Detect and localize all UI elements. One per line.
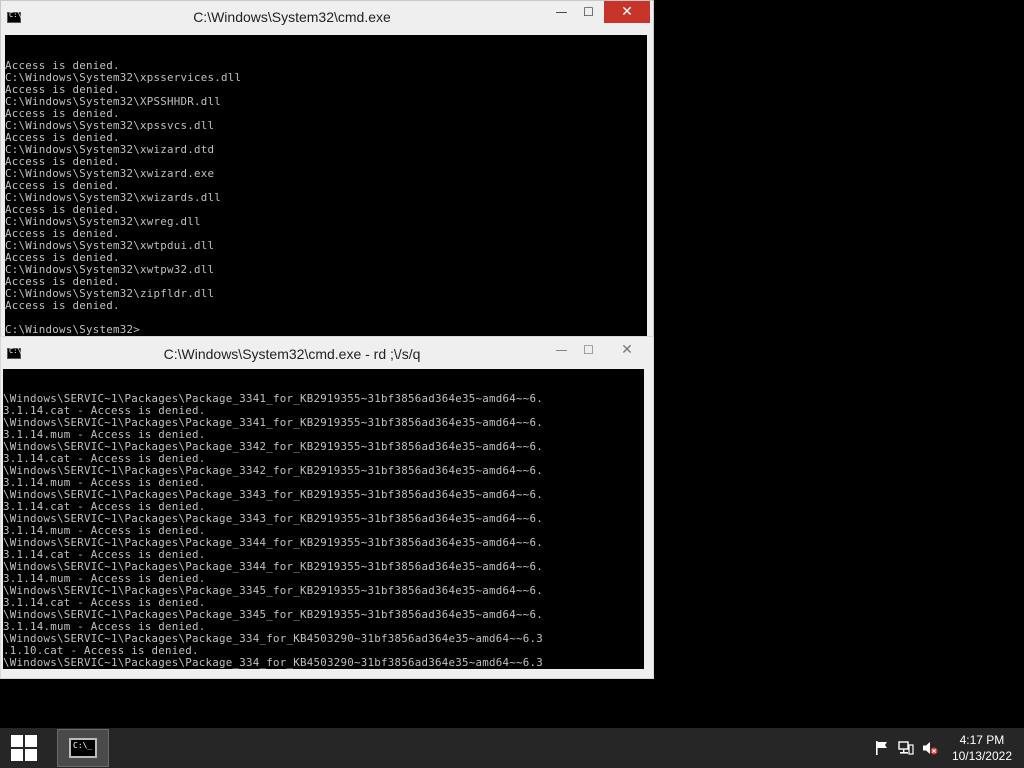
network-icon[interactable] (898, 740, 914, 756)
maximize-button[interactable]: ☐ (575, 339, 602, 361)
minimize-button[interactable]: — (548, 1, 575, 23)
flag-icon[interactable] (874, 740, 890, 756)
cmd-window-icon[interactable] (7, 11, 22, 23)
window-title: C:\Windows\System32\cmd.exe (193, 9, 391, 25)
windows-logo-icon (11, 735, 37, 761)
cmd-icon (69, 738, 97, 758)
desktop: C:\Windows\System32\cmd.exe — ☐ ✕ Access… (0, 0, 1024, 768)
window-title: C:\Windows\System32\cmd.exe - rd ;\/s/q (163, 346, 421, 362)
console-line: Access is denied. (5, 299, 120, 312)
volume-muted-icon[interactable] (922, 740, 938, 756)
clock-date: 10/13/2022 (951, 749, 1012, 763)
system-clock[interactable]: 4:17 PM 10/13/2022 (952, 732, 1012, 764)
title-bar[interactable]: C:\Windows\System32\cmd.exe - rd ;\/s/q … (1, 337, 653, 371)
cmd-window-icon[interactable] (7, 347, 22, 359)
close-button[interactable]: ✕ (604, 339, 650, 361)
close-button[interactable]: ✕ (604, 1, 650, 23)
maximize-button[interactable]: ☐ (575, 1, 602, 23)
start-button[interactable] (0, 728, 48, 768)
taskbar: 4:17 PM 10/13/2022 (0, 728, 1024, 768)
console-output[interactable]: Access is denied. C:\Windows\System32\xps… (5, 35, 647, 337)
console-lines: Access is denied. C:\Windows\System32\xps… (5, 60, 647, 338)
console-lines: \Windows\SERVIC~1\Packages\Package_3341_… (3, 393, 644, 670)
taskbar-item-cmd[interactable] (57, 729, 109, 767)
cmd-window-top[interactable]: C:\Windows\System32\cmd.exe — ☐ ✕ Access… (0, 0, 654, 344)
cmd-window-bottom[interactable]: C:\Windows\System32\cmd.exe - rd ;\/s/q … (0, 336, 654, 679)
title-bar[interactable]: C:\Windows\System32\cmd.exe — ☐ ✕ (1, 1, 653, 35)
clock-time: 4:17 PM (959, 733, 1005, 747)
console-output[interactable]: \Windows\SERVIC~1\Packages\Package_3341_… (3, 369, 644, 669)
minimize-button[interactable]: — (548, 339, 575, 361)
